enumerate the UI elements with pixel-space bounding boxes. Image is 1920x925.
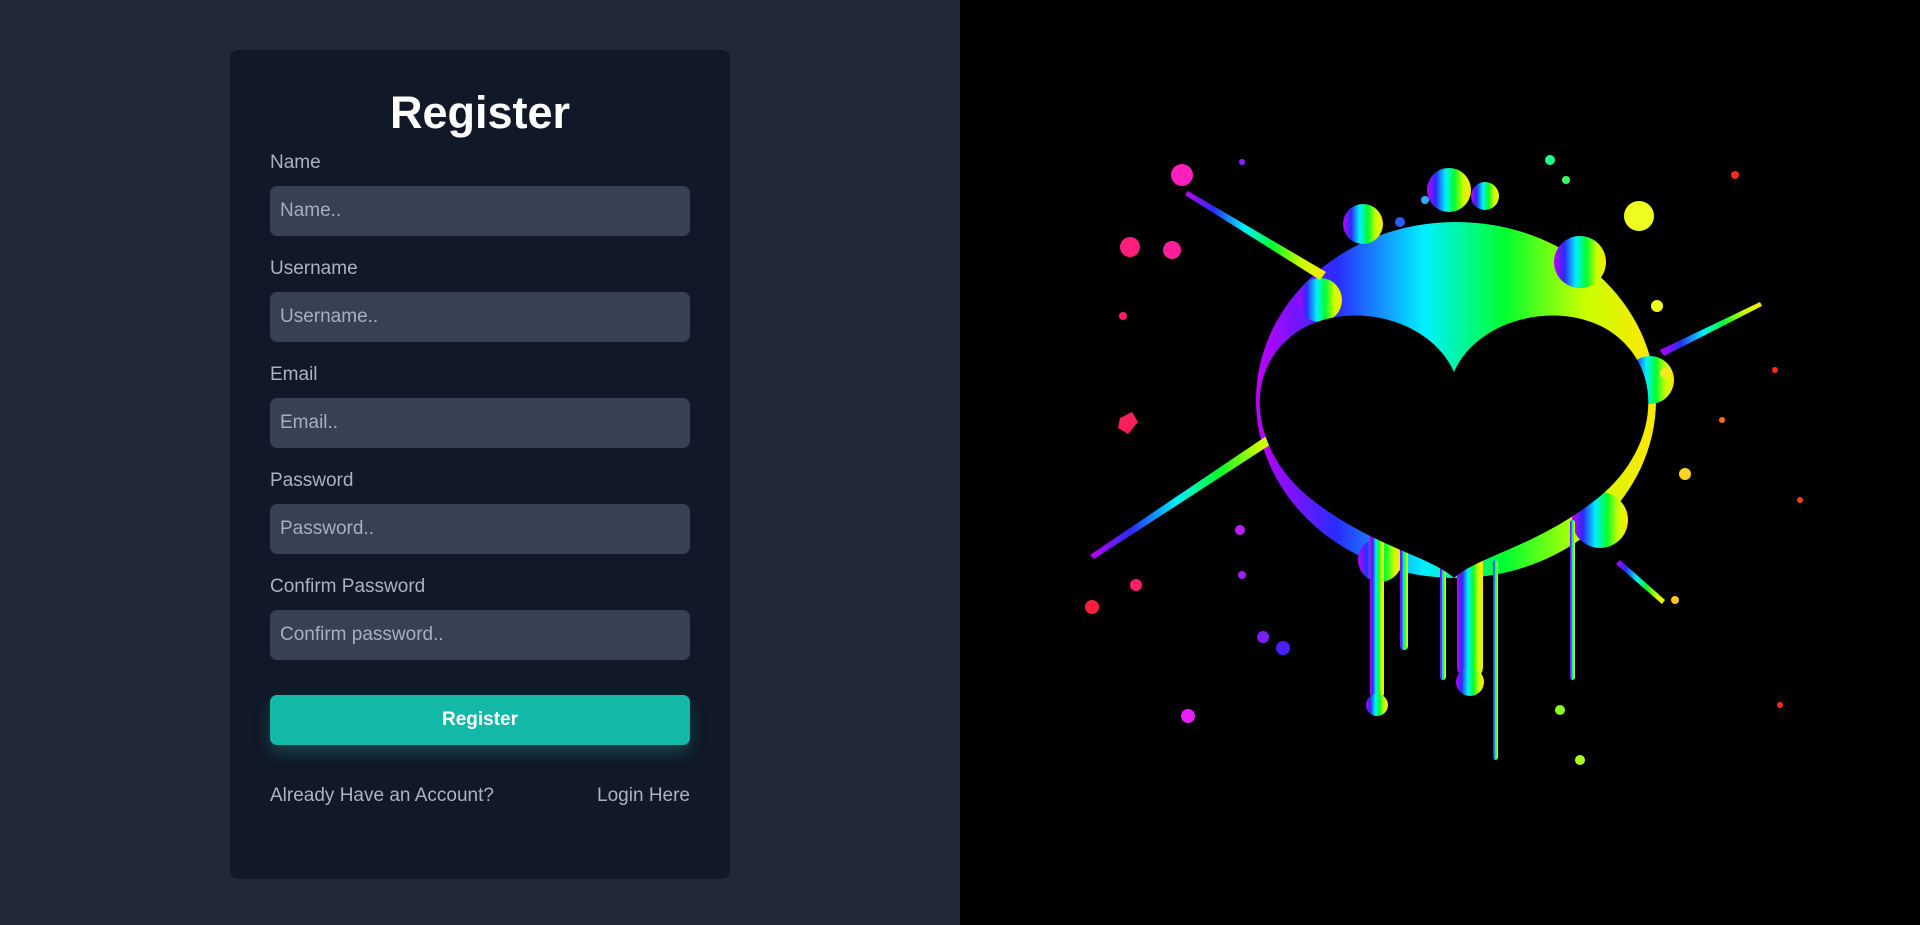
username-field-group: Username [270, 258, 690, 342]
password-input[interactable] [270, 504, 690, 554]
confirm-password-input[interactable] [270, 610, 690, 660]
password-label: Password [270, 470, 354, 491]
login-prompt-row: Already Have an Account? Login Here [270, 785, 690, 807]
name-input[interactable] [270, 186, 690, 236]
register-page: Register Name Username Email Password Co… [0, 0, 1920, 925]
illustration-pane [960, 0, 1920, 925]
login-here-link[interactable]: Login Here [597, 785, 690, 807]
email-label: Email [270, 364, 318, 385]
username-label: Username [270, 258, 358, 279]
email-field-group: Email [270, 364, 690, 448]
username-input[interactable] [270, 292, 690, 342]
rainbow-splatter-heart-icon [1085, 155, 1803, 765]
page-title: Register [389, 87, 571, 138]
confirm-password-field-group: Confirm Password [270, 576, 690, 660]
name-label: Name [270, 152, 321, 173]
email-input[interactable] [270, 398, 690, 448]
register-button[interactable]: Register [270, 695, 690, 745]
password-field-group: Password [270, 470, 690, 554]
form-pane: Register Name Username Email Password Co… [0, 0, 960, 925]
already-have-account-text: Already Have an Account? [270, 785, 494, 806]
name-field-group: Name [270, 152, 690, 236]
confirm-password-label: Confirm Password [270, 576, 426, 597]
register-card: Register Name Username Email Password Co… [230, 50, 730, 879]
